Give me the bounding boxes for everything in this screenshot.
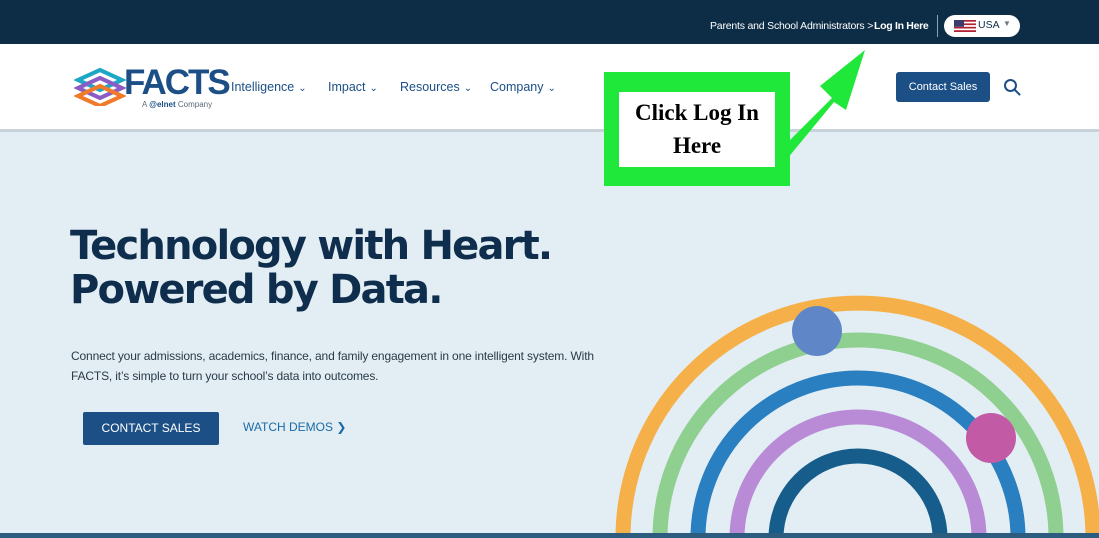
- login-link[interactable]: Log In Here: [874, 20, 929, 32]
- region-selector[interactable]: USA ▼: [944, 15, 1020, 37]
- nav-item-company[interactable]: Company ⌄: [490, 80, 556, 94]
- page: Parents and School Administrators > Log …: [0, 0, 1099, 538]
- top-utility-bar: Parents and School Administrators > Log …: [0, 0, 1099, 44]
- us-flag-icon: [954, 20, 976, 32]
- hero-bottom-border: [0, 533, 1099, 538]
- chevron-down-icon: ⌄: [369, 83, 378, 94]
- nav-item-resources[interactable]: Resources ⌄: [400, 80, 472, 94]
- rainbow-arcs-illustration: [615, 295, 1099, 538]
- nav-item-intelligence[interactable]: Intelligence ⌄: [231, 80, 307, 94]
- hero-headline-line1: Technology with Heart.: [70, 223, 553, 269]
- logo-tagline: A @elnet Company: [142, 100, 213, 109]
- facts-logo-mark-icon: [74, 67, 126, 106]
- region-code: USA: [978, 19, 1000, 31]
- topbar-divider: [937, 15, 938, 37]
- annotation-arrow-icon: [775, 50, 865, 165]
- chevron-down-icon: ⌄: [547, 83, 556, 94]
- chevron-right-icon: ❯: [336, 420, 347, 434]
- facts-logo[interactable]: FACTS A @elnet Company: [74, 64, 231, 118]
- hero-headline: Technology with Heart. Powered by Data.: [70, 223, 553, 313]
- parents-admins-link[interactable]: Parents and School Administrators >: [710, 20, 873, 32]
- watch-demos-link[interactable]: WATCH DEMOS ❯: [243, 420, 346, 434]
- annotation-callout-text: Click Log In Here: [635, 100, 759, 158]
- contact-sales-button[interactable]: Contact Sales: [896, 72, 990, 102]
- chevron-down-icon: ⌄: [463, 83, 473, 94]
- hero-description: Connect your admissions, academics, fina…: [71, 349, 594, 383]
- logo-wordmark: FACTS: [124, 63, 231, 102]
- nav-item-impact[interactable]: Impact ⌄: [328, 80, 378, 94]
- caret-down-icon: ▼: [1003, 19, 1011, 28]
- hero-headline-line2: Powered by Data.: [70, 267, 443, 313]
- hero-contact-sales-button[interactable]: CONTACT SALES: [83, 412, 219, 445]
- search-icon[interactable]: [1003, 78, 1021, 96]
- chevron-down-icon: ⌄: [298, 83, 307, 94]
